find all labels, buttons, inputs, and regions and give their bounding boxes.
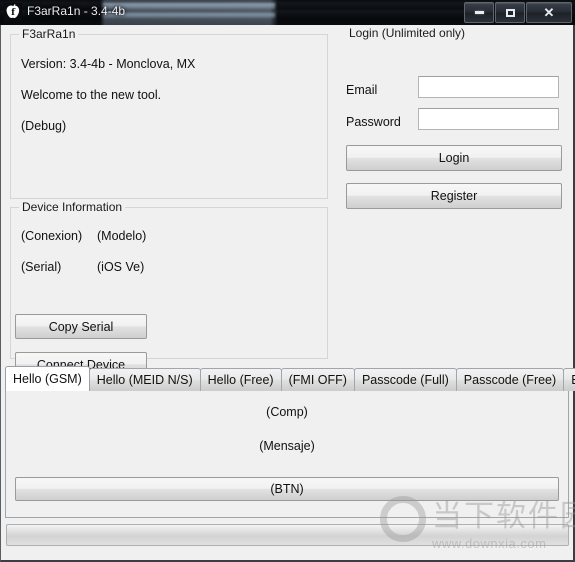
maximize-button[interactable] <box>495 2 525 23</box>
titlebar-glass-streak-upper <box>103 3 275 9</box>
email-field[interactable] <box>418 76 559 98</box>
tab-fmi-off[interactable]: (FMI OFF) <box>280 368 355 391</box>
password-label: Password <box>346 115 401 129</box>
close-button[interactable]: ✕ <box>526 2 572 23</box>
tab-hello-free[interactable]: Hello (Free) <box>199 368 282 391</box>
minimize-icon <box>474 11 484 14</box>
info-version-line: Version: 3.4-4b - Monclova, MX <box>21 57 196 71</box>
client-area: F3arRa1n Version: 3.4-4b - Monclova, MX … <box>0 25 575 562</box>
tab-strip: Hello (GSM) Hello (MEID N/S) Hello (Free… <box>5 366 575 391</box>
tab-page-hello-gsm: (Comp) (Mensaje) (BTN) <box>5 390 569 518</box>
apple-f-icon[interactable]: f <box>4 3 22 21</box>
copy-serial-button[interactable]: Copy Serial <box>15 314 147 339</box>
password-field[interactable] <box>418 108 559 130</box>
device-connection-value: (Conexion) <box>21 229 83 243</box>
login-button[interactable]: Login <box>346 145 562 171</box>
minimize-button[interactable] <box>464 2 494 23</box>
info-groupbox: F3arRa1n Version: 3.4-4b - Monclova, MX … <box>10 27 328 199</box>
compatibility-label: (Comp) <box>266 405 308 419</box>
email-label: Email <box>346 83 378 97</box>
tab-hello-meid-ns[interactable]: Hello (MEID N/S) <box>88 368 201 391</box>
register-button[interactable]: Register <box>346 183 562 209</box>
device-groupbox-title: Device Information <box>19 200 126 214</box>
window-title: F3arRa1n - 3.4-4b <box>27 4 126 18</box>
tab-passcode-full[interactable]: Passcode (Full) <box>353 368 457 391</box>
tab-extras[interactable]: Extras <box>563 368 575 391</box>
login-groupbox-title: Login (Unlimited only) <box>346 26 469 40</box>
title-bar[interactable]: f F3arRa1n - 3.4-4b ✕ <box>0 0 575 25</box>
progress-bar <box>6 524 569 546</box>
info-welcome-line: Welcome to the new tool. <box>21 88 162 102</box>
info-groupbox-title: F3arRa1n <box>19 27 79 41</box>
tab-hello-gsm[interactable]: Hello (GSM) <box>5 366 90 391</box>
device-model-value: (Modelo) <box>97 229 147 243</box>
close-icon: ✕ <box>543 5 555 20</box>
maximize-icon <box>505 8 515 17</box>
device-serial-value: (Serial) <box>21 260 62 274</box>
action-button[interactable]: (BTN) <box>15 477 559 501</box>
application-window: f F3arRa1n - 3.4-4b ✕ F3arRa1n Version: … <box>0 0 575 562</box>
titlebar-glass-streak-lower <box>103 13 275 18</box>
window-controls: ✕ <box>464 2 572 23</box>
info-debug-line: (Debug) <box>21 119 67 133</box>
tab-passcode-free[interactable]: Passcode (Free) <box>455 368 565 391</box>
device-ios-version-value: (iOS Ve) <box>97 260 145 274</box>
message-label: (Mensaje) <box>259 439 315 453</box>
